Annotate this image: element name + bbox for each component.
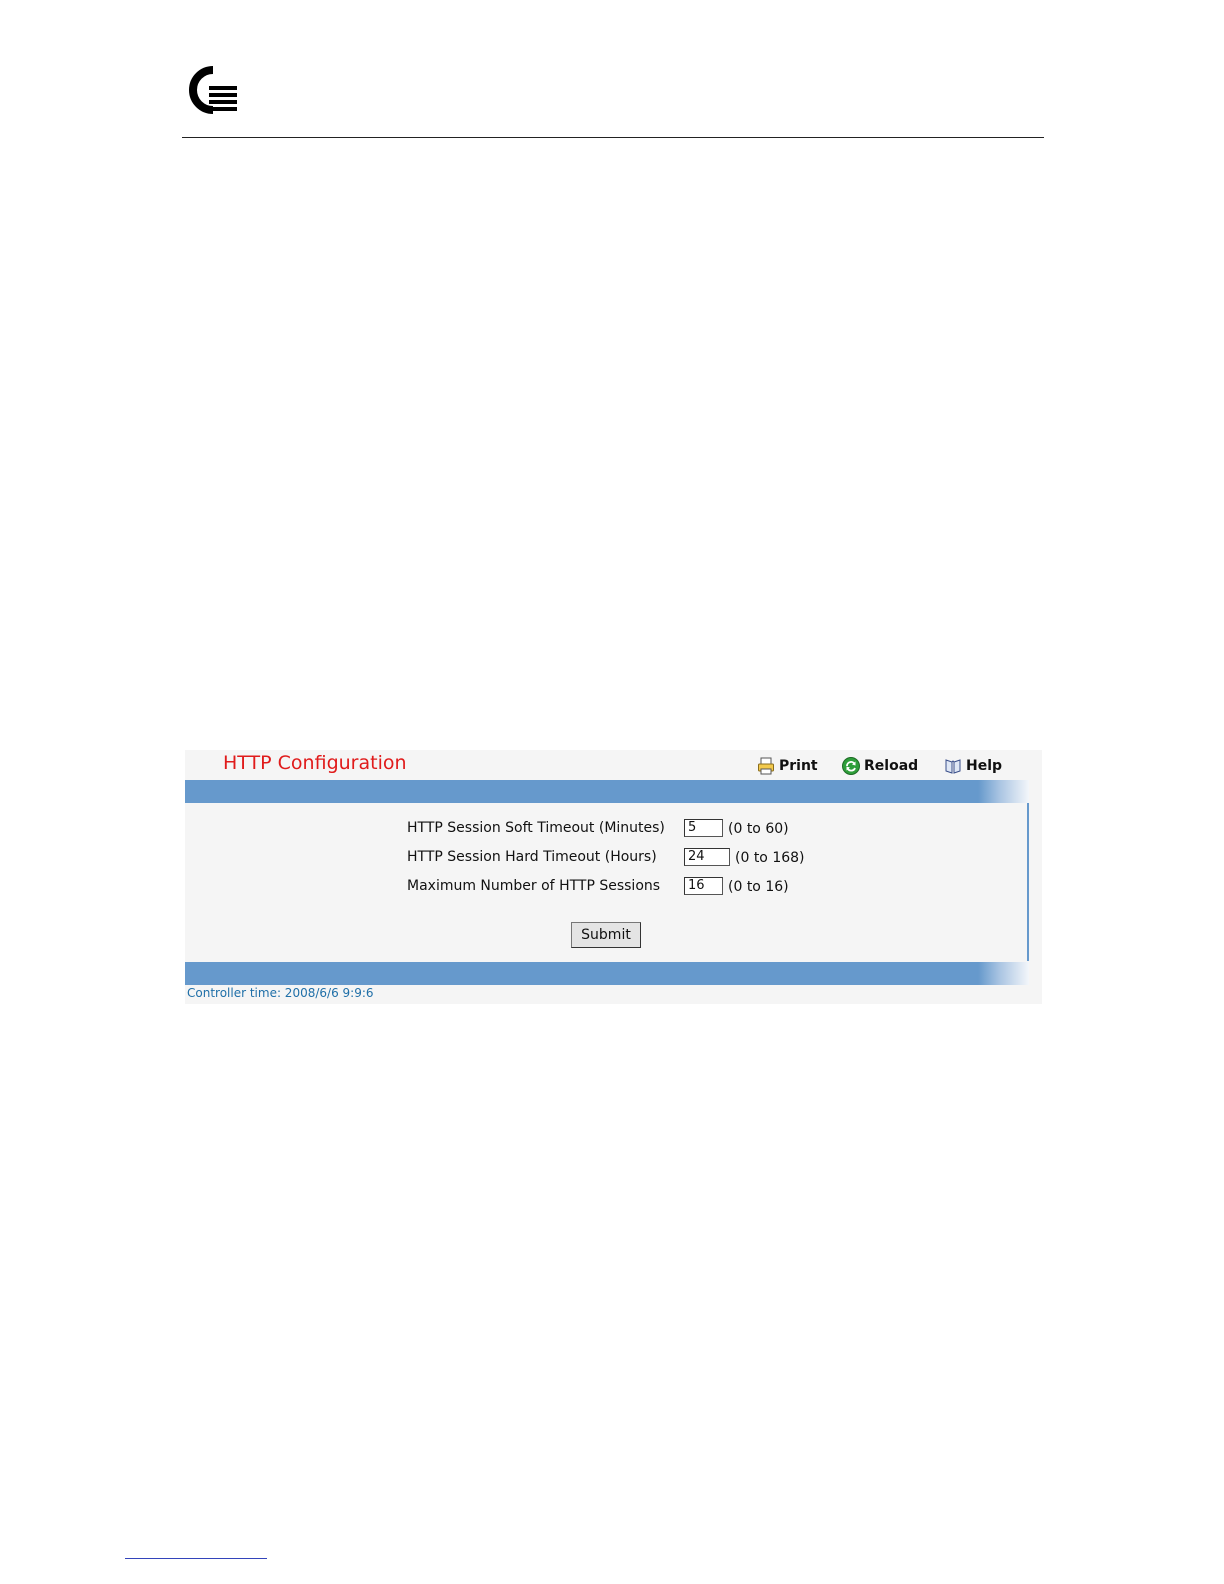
help-book-icon: [945, 759, 961, 774]
help-button[interactable]: Help: [944, 755, 1002, 777]
max-sessions-label: Maximum Number of HTTP Sessions: [407, 878, 661, 894]
soft-timeout-label: HTTP Session Soft Timeout (Minutes): [407, 820, 665, 836]
help-label: Help: [966, 758, 1003, 774]
hard-timeout-range: (0 to 168): [735, 850, 805, 866]
soft-timeout-input[interactable]: 5: [684, 819, 723, 837]
max-sessions-input[interactable]: 16: [684, 877, 723, 895]
company-logo: [189, 66, 237, 114]
footer-divider: [125, 1558, 267, 1559]
hard-timeout-label: HTTP Session Hard Timeout (Hours): [407, 849, 657, 865]
controller-time: Controller time: 2008/6/6 9:9:6: [187, 986, 374, 1000]
hard-timeout-input[interactable]: 24: [684, 848, 730, 866]
reload-label: Reload: [864, 758, 919, 774]
print-label: Print: [779, 758, 818, 774]
submit-button[interactable]: Submit: [571, 922, 641, 948]
reload-button[interactable]: Reload: [842, 755, 918, 777]
http-configuration-panel: HTTP Configuration Print Reload Help HTT…: [185, 750, 1042, 1004]
page-title: HTTP Configuration: [223, 752, 407, 774]
header-divider: [182, 137, 1044, 138]
reload-icon: [842, 757, 860, 775]
printer-icon: [758, 757, 774, 775]
header-bar: [185, 780, 1029, 803]
max-sessions-range: (0 to 16): [728, 879, 789, 895]
soft-timeout-range: (0 to 60): [728, 821, 789, 837]
footer-bar: [185, 962, 1029, 985]
print-button[interactable]: Print: [757, 755, 818, 777]
